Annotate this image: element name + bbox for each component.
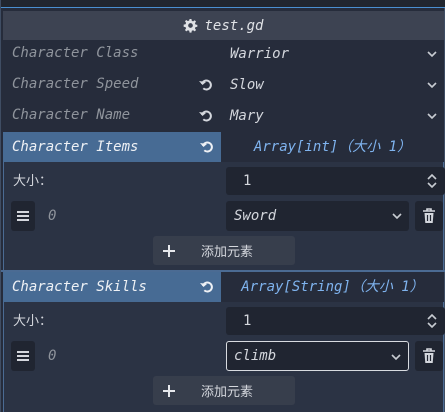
chevron-down-icon [392,213,402,220]
element-index: 0 [48,348,57,364]
property-row-class: Character Class Warrior [1,39,445,68]
items-array-label: Character Items [3,132,221,162]
property-label: Character Class [12,45,139,61]
skills-label-text: Character Skills [12,279,147,295]
skills-element-dropdown[interactable]: climb [226,341,409,371]
script-title: test.gd [204,17,264,34]
add-element-label: 添加元素 [201,385,254,400]
property-label: Character Speed [12,76,139,92]
size-label: 大小： [13,174,53,189]
top-divider [1,0,445,8]
trash-icon[interactable] [415,341,443,371]
skills-add-element-button[interactable]: 添加元素 [153,376,295,405]
element-index: 0 [48,208,57,224]
skills-array-header[interactable]: Character Skills Array[String]（大小 1） [3,272,444,302]
trash-icon[interactable] [415,201,443,231]
skills-size-value: 1 [243,313,252,329]
revert-icon[interactable] [199,139,215,155]
items-size-spinbox[interactable]: 1 [226,167,445,195]
revert-icon[interactable] [198,108,214,124]
inspector-panel: test.gd Character Class Warrior Characte… [0,0,445,412]
size-label: 大小： [13,314,53,329]
skills-array-body: 大小： 1 0 climb 添加元素 [3,302,445,412]
skills-size-spinbox[interactable]: 1 [226,307,445,335]
plus-icon [162,384,176,398]
speed-value: Slow [230,77,264,93]
skills-array-label: Character Skills [3,272,221,302]
name-value: Mary [230,108,264,124]
items-array-header[interactable]: Character Items Array[int]（大小 1） [3,132,444,162]
class-value: Warrior [230,46,290,62]
skills-element-value: climb [234,348,277,364]
chevron-down-icon [427,51,437,58]
property-row-name: Character Name Mary [1,101,445,130]
speed-dropdown[interactable]: Slow [223,72,444,98]
items-element-value: Sword [234,208,277,224]
spinner-arrows-icon[interactable] [426,173,438,189]
property-row-speed: Character Speed Slow [1,70,445,99]
chevron-down-icon [427,82,437,89]
items-add-element-button[interactable]: 添加元素 [153,236,295,265]
plus-icon [162,244,176,258]
gear-icon [183,18,198,33]
chevron-down-icon [427,113,437,120]
class-dropdown[interactable]: Warrior [223,41,444,67]
name-dropdown[interactable]: Mary [223,103,444,129]
revert-icon[interactable] [199,279,215,295]
drag-handle-icon[interactable] [11,201,35,231]
script-header: test.gd [3,11,444,40]
revert-icon[interactable] [198,77,214,93]
drag-handle-icon[interactable] [11,341,35,371]
spinner-arrows-icon[interactable] [426,313,438,329]
add-element-label: 添加元素 [201,245,254,260]
items-array-body: 大小： 1 0 Sword 添加元素 [3,162,445,270]
items-label-text: Character Items [12,139,139,155]
chevron-down-icon [391,354,401,361]
items-size-value: 1 [243,173,252,189]
items-element-dropdown[interactable]: Sword [226,201,409,231]
property-label: Character Name [12,107,131,123]
skills-array-type-button[interactable]: Array[String]（大小 1） [221,272,444,302]
items-array-type-button[interactable]: Array[int]（大小 1） [221,132,444,162]
